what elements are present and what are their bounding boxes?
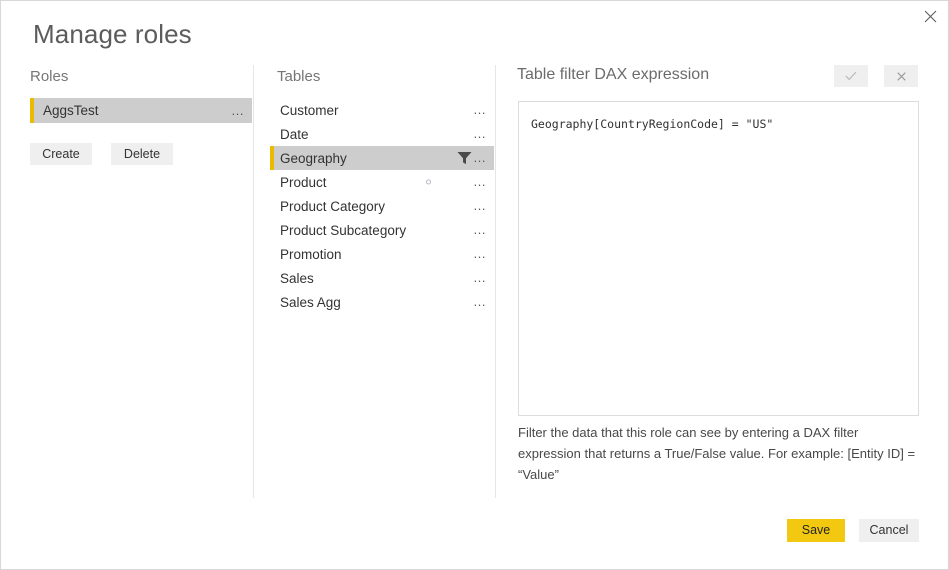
cancel-button[interactable]: Cancel: [859, 519, 919, 542]
cross-icon: [896, 69, 906, 84]
table-more-options-icon[interactable]: …: [473, 175, 487, 188]
table-name-label: Product Subcategory: [280, 222, 407, 238]
tables-column-header: Tables: [277, 68, 321, 85]
table-list-item-product-category[interactable]: Product Category …: [270, 194, 494, 218]
roles-list: AggsTest …: [30, 98, 252, 123]
table-name-label: Sales: [280, 270, 314, 286]
manage-roles-dialog: Manage roles Roles AggsTest … Create Del…: [0, 0, 949, 570]
table-more-options-icon[interactable]: …: [473, 103, 487, 116]
dax-expression-editor[interactable]: Geography[CountryRegionCode] = "US": [518, 101, 919, 416]
page-title: Manage roles: [33, 19, 192, 49]
table-name-label: Product Category: [280, 198, 386, 214]
filter-icon: [457, 151, 472, 165]
table-more-options-icon[interactable]: …: [473, 151, 487, 164]
table-name-label: Promotion: [280, 246, 342, 262]
selection-accent-bar: [30, 98, 34, 123]
dax-help-text: Filter the data that this role can see b…: [518, 425, 916, 482]
column-divider-tables-dax: [495, 65, 496, 498]
roles-actions: Create Delete: [30, 143, 173, 165]
close-icon: [924, 10, 937, 23]
status-dot-icon: [426, 179, 431, 185]
dialog-footer: Save Cancel: [1, 519, 948, 542]
roles-column-header: Roles: [30, 68, 69, 85]
table-list-item-sales[interactable]: Sales …: [270, 266, 494, 290]
delete-role-button[interactable]: Delete: [111, 143, 173, 165]
table-more-options-icon[interactable]: …: [473, 199, 487, 212]
table-list-item-product-subcategory[interactable]: Product Subcategory …: [270, 218, 494, 242]
dax-expression-text: Geography[CountryRegionCode] = "US": [531, 117, 774, 131]
reject-dax-button[interactable]: [884, 65, 918, 87]
table-more-options-icon[interactable]: …: [473, 271, 487, 284]
table-more-options-icon[interactable]: …: [473, 223, 487, 236]
column-divider-roles-tables: [253, 65, 254, 498]
table-more-options-icon[interactable]: …: [473, 247, 487, 260]
save-button[interactable]: Save: [787, 519, 845, 542]
table-name-label: Sales Agg: [280, 294, 341, 310]
role-name-label: AggsTest: [43, 103, 99, 118]
table-list-item-sales-agg[interactable]: Sales Agg …: [270, 290, 494, 314]
table-list-item-geography[interactable]: Geography …: [270, 146, 494, 170]
table-name-label: Date: [280, 126, 309, 142]
tables-list: Customer … Date … Geography … Product … …: [270, 98, 494, 314]
table-list-item-promotion[interactable]: Promotion …: [270, 242, 494, 266]
table-list-item-customer[interactable]: Customer …: [270, 98, 494, 122]
table-list-item-date[interactable]: Date …: [270, 122, 494, 146]
close-dialog-button[interactable]: [910, 1, 948, 31]
dax-column-header: Table filter DAX expression: [517, 66, 710, 83]
table-more-options-icon[interactable]: …: [473, 127, 487, 140]
role-more-options-icon[interactable]: …: [231, 104, 245, 117]
table-list-item-product[interactable]: Product …: [270, 170, 494, 194]
role-list-item-aggstest[interactable]: AggsTest …: [30, 98, 252, 123]
create-role-button[interactable]: Create: [30, 143, 92, 165]
table-more-options-icon[interactable]: …: [473, 295, 487, 308]
table-name-label: Customer: [280, 102, 339, 118]
accept-dax-button[interactable]: [834, 65, 868, 87]
dax-action-buttons: [834, 65, 918, 87]
table-name-label: Geography: [280, 150, 347, 166]
selection-accent-bar: [270, 146, 274, 170]
table-name-label: Product: [280, 174, 327, 190]
checkmark-icon: [845, 69, 857, 84]
